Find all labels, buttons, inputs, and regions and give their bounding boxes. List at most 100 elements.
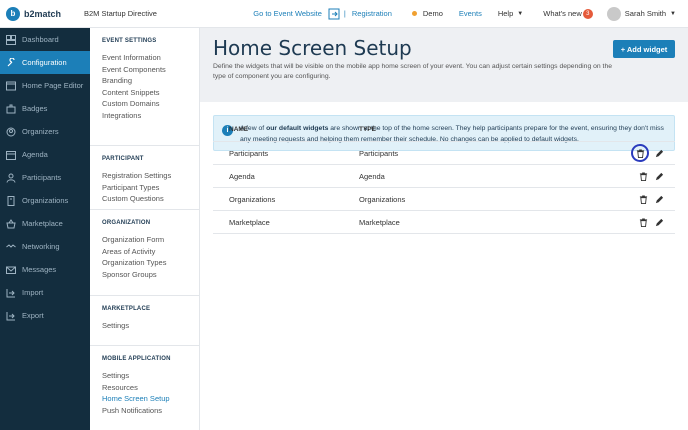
sidebar-item-organizers[interactable]: Organizers	[0, 120, 90, 143]
sidebar-item-marketplace[interactable]: Marketplace	[0, 212, 90, 235]
go-to-event-link[interactable]: Go to Event Website	[253, 9, 322, 18]
agenda-icon	[6, 150, 16, 160]
whats-new-button[interactable]: What's new 3	[543, 8, 593, 19]
external-link-icon[interactable]	[328, 8, 340, 20]
b2match-logo-icon: b	[6, 6, 20, 21]
edit-button[interactable]	[653, 216, 665, 228]
settings-item-sponsor-groups[interactable]: Sponsor Groups	[102, 269, 187, 281]
logo-text: b2match	[24, 8, 62, 19]
delete-button[interactable]	[637, 216, 649, 228]
settings-section-heading: EVENT SETTINGS	[102, 38, 157, 44]
column-header-type: TYPE	[359, 126, 376, 133]
table-row: Marketplace Marketplace	[213, 211, 675, 234]
events-link[interactable]: Events	[459, 9, 482, 18]
delete-button[interactable]	[631, 144, 649, 162]
delete-button[interactable]	[637, 193, 649, 205]
settings-item-resources[interactable]: Resources	[102, 382, 187, 394]
pencil-icon	[655, 195, 663, 203]
widgets-table: NAME TYPE Participants Participants Agen…	[213, 118, 675, 234]
help-menu[interactable]: Help ▼	[498, 9, 523, 18]
organizations-icon	[6, 195, 16, 206]
delete-button[interactable]	[637, 170, 649, 182]
settings-item-custom-questions[interactable]: Custom Questions	[102, 193, 187, 205]
sidebar-item-configuration[interactable]: Configuration	[0, 51, 90, 74]
widget-name: Marketplace	[229, 217, 270, 227]
sidebar-item-label: Import	[22, 288, 44, 297]
sidebar-item-participants[interactable]: Participants	[0, 166, 90, 189]
sidebar-item-label: Organizers	[22, 127, 59, 136]
networking-icon	[6, 242, 16, 252]
settings-section-heading: PARTICIPANT	[102, 156, 144, 162]
sidebar-item-label: Participants	[22, 173, 62, 182]
event-name: B2M Startup Directive	[84, 9, 157, 18]
settings-section-mobile: MOBILE APPLICATION Settings Resources Ho…	[90, 346, 199, 416]
widget-name: Agenda	[229, 171, 255, 181]
settings-item-event-components[interactable]: Event Components	[102, 64, 187, 76]
sidebar-item-home-page-editor[interactable]: Home Page Editor	[0, 74, 90, 97]
settings-item-push-notifications[interactable]: Push Notifications	[102, 405, 187, 417]
pencil-icon	[655, 149, 663, 157]
sidebar-item-export[interactable]: Export	[0, 304, 90, 327]
sidebar-item-label: Agenda	[22, 150, 48, 159]
sidebar-item-badges[interactable]: Badges	[0, 97, 90, 120]
widget-type: Participants	[359, 148, 399, 158]
sidebar-item-agenda[interactable]: Agenda	[0, 143, 90, 166]
user-menu[interactable]: Sarah Smith ▼	[606, 6, 676, 21]
registration-link[interactable]: Registration	[352, 9, 392, 18]
sidebar-item-organizations[interactable]: Organizations	[0, 189, 90, 212]
sidebar-item-label: Networking	[22, 242, 60, 251]
sidebar-item-import[interactable]: Import	[0, 281, 90, 304]
sidebar-item-label: Badges	[22, 104, 48, 113]
wrench-icon	[6, 57, 16, 68]
settings-item-organization-types[interactable]: Organization Types	[102, 257, 187, 269]
page-title: Home Screen Setup	[213, 36, 412, 60]
settings-item-mobile-settings[interactable]: Settings	[102, 370, 187, 382]
settings-item-areas-of-activity[interactable]: Areas of Activity	[102, 246, 187, 258]
badge-icon	[6, 104, 16, 114]
help-label: Help	[497, 9, 514, 18]
table-header-row: NAME TYPE	[213, 118, 675, 142]
whats-new-label: What's new	[543, 9, 582, 18]
demo-label: Demo	[422, 9, 443, 18]
settings-section-organization: ORGANIZATION Organization Form Areas of …	[90, 210, 199, 296]
add-widget-button[interactable]: + Add widget	[613, 40, 675, 58]
table-row: Organizations Organizations	[213, 188, 675, 211]
sidebar-item-dashboard[interactable]: Dashboard	[0, 28, 90, 51]
settings-item-integrations[interactable]: Integrations	[102, 110, 187, 122]
row-actions	[633, 193, 675, 205]
sidebar-item-label: Configuration	[22, 58, 67, 67]
settings-item-marketplace-settings[interactable]: Settings	[102, 320, 187, 332]
main-sidebar: Dashboard Configuration Home Page Editor…	[0, 28, 90, 430]
settings-section-event: EVENT SETTINGS Event Information Event C…	[90, 28, 199, 146]
edit-button[interactable]	[653, 170, 665, 182]
settings-item-registration-settings[interactable]: Registration Settings	[102, 170, 187, 182]
organizers-icon	[6, 127, 16, 137]
settings-section-participant: PARTICIPANT Registration Settings Partic…	[90, 146, 199, 210]
settings-item-branding[interactable]: Branding	[102, 75, 187, 87]
edit-button[interactable]	[653, 147, 665, 159]
pencil-icon	[655, 172, 663, 180]
settings-item-organization-form[interactable]: Organization Form	[102, 234, 187, 246]
page-header: Home Screen Setup Define the widgets tha…	[200, 28, 688, 102]
main-content: Home Screen Setup Define the widgets tha…	[200, 28, 688, 430]
row-actions	[631, 144, 675, 162]
edit-button[interactable]	[653, 193, 665, 205]
demo-status[interactable]: Demo	[411, 9, 443, 18]
settings-item-custom-domains[interactable]: Custom Domains	[102, 98, 187, 110]
sidebar-item-messages[interactable]: Messages	[0, 258, 90, 281]
chevron-down-icon: ▼	[670, 10, 676, 17]
demo-status-dot-icon	[411, 11, 417, 16]
settings-nav: EVENT SETTINGS Event Information Event C…	[90, 28, 200, 430]
sidebar-item-label: Dashboard	[22, 35, 59, 44]
sidebar-item-networking[interactable]: Networking	[0, 235, 90, 258]
logo[interactable]: b b2match	[0, 6, 80, 21]
export-icon	[6, 311, 16, 321]
sidebar-item-label: Home Page Editor	[22, 81, 84, 90]
widget-type: Marketplace	[359, 217, 400, 227]
settings-item-participant-types[interactable]: Participant Types	[102, 182, 187, 194]
trash-icon	[639, 171, 647, 181]
settings-item-event-information[interactable]: Event Information	[102, 52, 187, 64]
settings-item-home-screen-setup[interactable]: Home Screen Setup	[102, 393, 187, 405]
marketplace-icon	[6, 218, 16, 229]
settings-item-content-snippets[interactable]: Content Snippets	[102, 87, 187, 99]
